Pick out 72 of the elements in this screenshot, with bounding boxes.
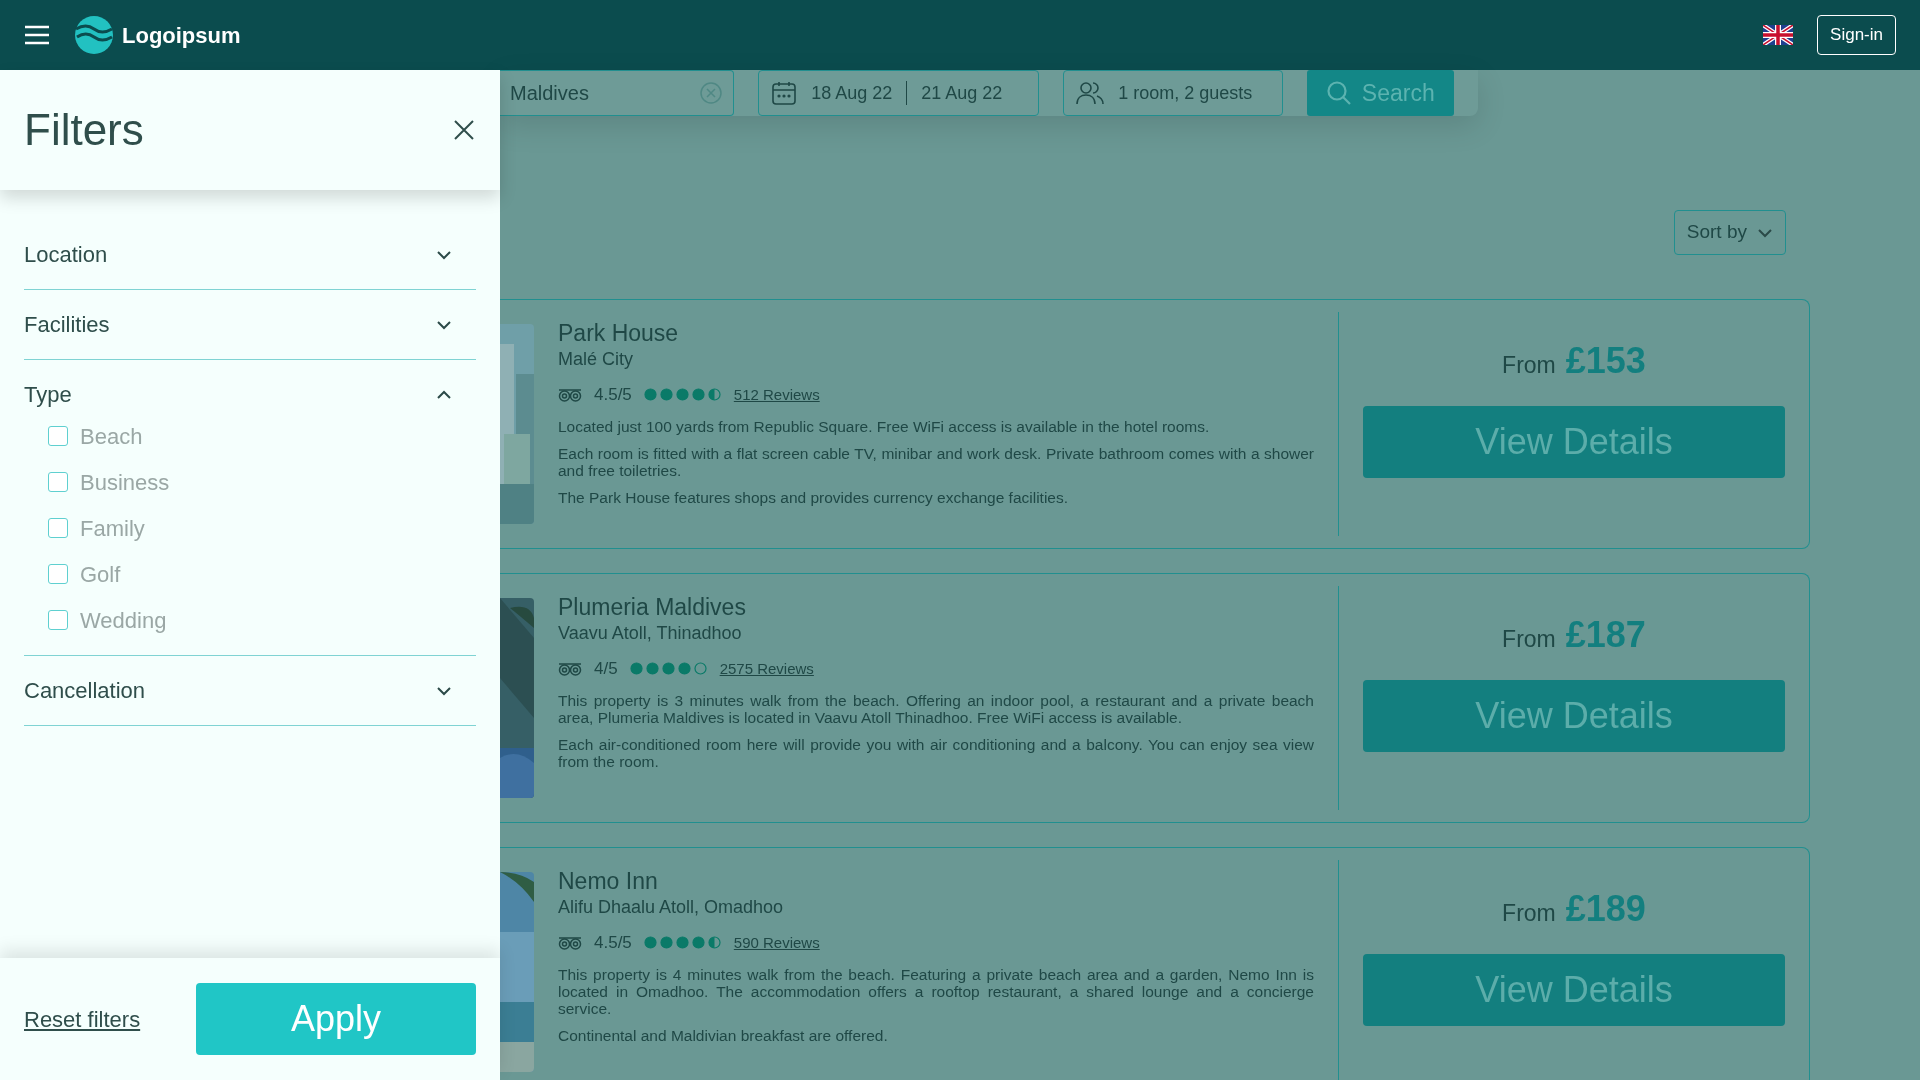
reviews-link[interactable]: 512 Reviews — [733, 383, 820, 406]
rating-score: 4.5/5 — [594, 384, 632, 406]
logo-text: Logoipsum — [122, 21, 241, 50]
from-label: From — [1502, 351, 1556, 380]
from-label: From — [1502, 899, 1556, 928]
logo-icon — [74, 15, 114, 55]
option-label: Golf — [80, 560, 121, 589]
chevron-up-icon — [436, 389, 452, 400]
sort-dropdown[interactable]: Sort by — [1673, 210, 1786, 255]
filters-title: Filters — [24, 104, 144, 156]
reviews-link[interactable]: 2575 Reviews — [719, 657, 814, 680]
option-label: Family — [80, 514, 145, 543]
chevron-down-icon — [436, 685, 452, 696]
reviews-link[interactable]: 590 Reviews — [733, 931, 820, 954]
chevron-down-icon — [436, 249, 452, 260]
accordion-header[interactable]: Location — [24, 220, 476, 289]
hotel-location: Vaavu Atoll, Thinadhoo — [558, 622, 743, 644]
checkbox[interactable] — [48, 518, 68, 538]
chevron-down-icon — [436, 319, 452, 330]
option-label: Business — [80, 468, 170, 497]
chevron-down-icon — [1757, 227, 1773, 238]
hotel-name: Plumeria Maldives — [558, 593, 747, 622]
location-field[interactable]: Maldives — [500, 70, 735, 116]
dates-field[interactable]: 18 Aug 22 21 Aug 22 — [758, 70, 1040, 116]
view-details-button[interactable]: View Details — [1363, 954, 1785, 1026]
guests-field[interactable]: 1 room, 2 guests — [1063, 70, 1283, 116]
hotel-name: Nemo Inn — [558, 867, 659, 896]
rating-score: 4/5 — [594, 658, 618, 680]
accordion-header[interactable]: Cancellation — [24, 656, 476, 725]
hotel-name: Park House — [558, 319, 680, 348]
price: £187 — [1565, 613, 1646, 657]
hotel-location: Alifu Dhaalu Atoll, Omadhoo — [558, 896, 785, 918]
calendar-icon — [771, 80, 798, 106]
hotel-location: Malé City — [558, 348, 634, 370]
sign-in-button[interactable]: Sign-in — [1817, 15, 1896, 55]
price: £189 — [1565, 887, 1646, 931]
checkbox[interactable] — [48, 610, 68, 630]
flag-icon[interactable] — [1763, 25, 1794, 45]
check-out-date: 21 Aug 22 — [921, 81, 1003, 105]
checkbox[interactable] — [48, 564, 68, 584]
rating-score: 4.5/5 — [594, 932, 632, 954]
checkbox[interactable] — [48, 426, 68, 446]
reset-filters-link[interactable]: Reset filters — [24, 1002, 141, 1036]
hotel-description: Each air-conditioned room here will provide you with air conditioning and a balcony. You can enjoy sea view from the room. — [558, 735, 1314, 770]
view-details-button[interactable]: View Details — [1363, 680, 1785, 752]
option-label: Wedding — [80, 606, 167, 635]
owl-eyes-icon — [558, 386, 582, 403]
hotel-description: This property is 3 minutes walk from the beach. Offering an indoor pool, a restaurant and a private beach area, Plumeria Maldives is located in Vaavu Atoll Thinadhoo. Free WiFi access is available. — [558, 691, 1314, 726]
section-label: Cancellation — [24, 677, 146, 705]
price: £153 — [1565, 339, 1646, 383]
hotel-description: Continental and Maldivian breakfast are offered. — [558, 1026, 889, 1044]
clear-icon[interactable] — [699, 81, 724, 105]
hotel-description: Located just 100 yards from Republic Square. Free WiFi access is available in the hotel rooms. — [558, 417, 1211, 435]
check-in-date: 18 Aug 22 — [811, 81, 893, 105]
people-icon — [1076, 80, 1105, 106]
search-icon — [1325, 80, 1352, 106]
search-button[interactable]: Search — [1306, 70, 1454, 116]
section-label: Location — [24, 241, 108, 269]
owl-eyes-icon — [558, 660, 582, 677]
close-icon[interactable] — [452, 118, 476, 142]
section-label: Type — [24, 381, 72, 409]
view-details-button[interactable]: View Details — [1363, 406, 1785, 478]
hotel-description: Each room is fitted with a flat screen cable TV, minibar and work desk. Private bathroom comes with a shower and free toiletries. — [558, 444, 1314, 479]
section-label: Facilities — [24, 311, 110, 339]
hotel-description: The Park House features shops and provides currency exchange facilities. — [558, 488, 1070, 506]
hotel-description: This property is 4 minutes walk from the beach. Featuring a private beach area and a garden, Nemo Inn is located in Omadhoo. The accommodation offers a rooftop restaurant, a shared lounge and a concierge service. — [558, 965, 1314, 1017]
from-label: From — [1502, 625, 1556, 654]
apply-button[interactable]: Apply — [196, 983, 476, 1055]
checkbox[interactable] — [48, 472, 68, 492]
owl-eyes-icon — [558, 934, 582, 951]
accordion-header[interactable]: Facilities — [24, 290, 476, 359]
menu-icon[interactable] — [24, 25, 50, 45]
